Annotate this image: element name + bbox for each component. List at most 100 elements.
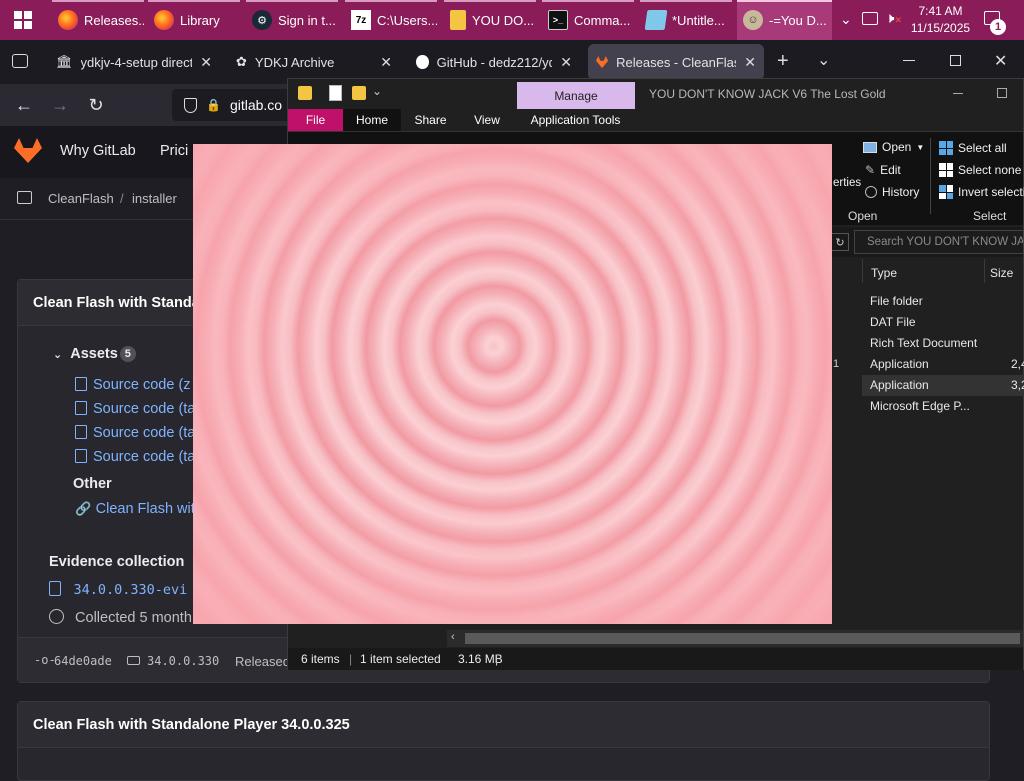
evidence-label: Evidence collection [49, 554, 185, 570]
minimize-icon[interactable] [953, 93, 963, 94]
file-row[interactable]: Rich Text Document [870, 336, 977, 350]
tag-icon [127, 656, 140, 665]
assets-toggle[interactable]: ⌄ Assets 5 [53, 346, 136, 362]
asset-link-label: Source code (ta [93, 449, 196, 465]
forward-icon[interactable]: → [47, 92, 73, 118]
taskbar-item-7zip[interactable]: 7z C:\Users... [345, 0, 437, 40]
game-splash-overlay[interactable] [193, 144, 832, 624]
select-none-button[interactable]: Select none [939, 163, 1021, 177]
taskbar-item-command[interactable]: >_ Comma... [542, 0, 634, 40]
taskbar-item-steam[interactable]: ⚙ Sign in t... [246, 0, 338, 40]
invert-selection-button[interactable]: Invert selectio [939, 185, 1024, 199]
taskbar-item-releases[interactable]: Releases... [52, 0, 144, 40]
release-title-text[interactable]: Clean Flash with Standalone Player 34.0.… [33, 717, 350, 733]
release-title-text[interactable]: Clean Flash with Standa [33, 295, 200, 311]
archive-icon: 🏛 [56, 54, 73, 69]
column-size-label: Size [990, 266, 1014, 280]
open-button[interactable]: Open ▼ [863, 140, 924, 154]
file-row-selected[interactable]: Application 3,2 [870, 378, 1024, 392]
file-row[interactable]: Application 2,4 [870, 357, 1024, 371]
tag-name[interactable]: 34.0.0.330 [147, 654, 219, 668]
file-row[interactable]: Microsoft Edge P... [870, 399, 970, 413]
taskbar-item-notepad[interactable]: *Untitle... [640, 0, 732, 40]
collected-label: Collected 5 month [75, 610, 192, 626]
volume-muted-icon[interactable]: 🕨✕ [885, 10, 902, 27]
scroll-left-icon[interactable]: ‹ [451, 631, 455, 643]
asset-link[interactable]: Source code (ta [75, 421, 195, 445]
release-card: Clean Flash with Standalone Player 34.0.… [17, 701, 990, 781]
tab-overview-icon[interactable] [12, 54, 28, 68]
ribbon-tab-application-tools[interactable]: Application Tools [524, 109, 627, 131]
chevron-down-icon: ⌄ [53, 348, 63, 361]
tab-ydkj-archive[interactable]: ✿ YDKJ Archive ✕ [228, 44, 400, 80]
taskbar-item-library[interactable]: Library [148, 0, 240, 40]
breadcrumb-installer[interactable]: installer [132, 191, 177, 206]
close-window-icon[interactable]: ✕ [994, 51, 1007, 71]
sidebar-toggle-icon[interactable] [17, 191, 32, 204]
tab-label: YDKJ Archive [254, 54, 335, 70]
nav-pricing[interactable]: Prici [160, 143, 188, 159]
history-button[interactable]: History [865, 185, 919, 199]
refresh-icon[interactable]: ↻ [831, 233, 849, 251]
file-row[interactable]: DAT File [870, 315, 916, 329]
shield-icon[interactable] [184, 97, 197, 113]
lock-icon[interactable]: 🔒 [206, 98, 221, 112]
nav-why-gitlab[interactable]: Why GitLab [60, 143, 136, 159]
asset-link[interactable]: Source code (ta [75, 445, 195, 469]
ribbon-tab-home[interactable]: Home [343, 109, 401, 131]
column-header-size[interactable]: Size [984, 259, 1024, 283]
column-header-type[interactable]: Type [862, 259, 984, 283]
asset-link[interactable]: Source code (z [75, 373, 195, 397]
taskbar-item-folder[interactable]: YOU DO... [444, 0, 536, 40]
properties-quick-icon[interactable] [329, 85, 342, 101]
windows-start-icon[interactable] [14, 11, 32, 29]
reload-icon[interactable]: ↻ [83, 92, 109, 118]
manage-tab[interactable]: Manage [517, 82, 635, 109]
file-type: Application [870, 378, 929, 392]
ribbon-tab-view[interactable]: View [464, 109, 510, 131]
other-link-label: Clean Flash wit [95, 501, 195, 517]
quick-access-dropdown-icon[interactable]: ⌄ [372, 84, 382, 98]
row-marker: 1 [833, 358, 840, 370]
properties-label[interactable]: erties [833, 177, 861, 189]
taskbar-item-ydkj[interactable]: ☺ -=You D... [737, 0, 832, 40]
history-label: History [882, 185, 920, 199]
tab-ydkjv4-setup[interactable]: 🏛 ydkjv-4-setup directory ✕ [48, 44, 220, 80]
close-icon[interactable]: ✕ [200, 54, 212, 71]
new-tab-icon[interactable]: + [777, 50, 789, 73]
select-all-button[interactable]: Select all [939, 141, 1007, 155]
network-icon[interactable] [862, 12, 878, 25]
other-link[interactable]: 🔗 Clean Flash wit [75, 500, 195, 518]
file-row[interactable]: File folder [870, 294, 923, 308]
tab-github[interactable]: GitHub - dedz212/ydkj ✕ [408, 44, 580, 80]
tab-releases[interactable]: Releases - CleanFlash / ✕ [588, 44, 764, 80]
maximize-icon[interactable] [997, 88, 1007, 98]
asset-link[interactable]: Source code (ta [75, 397, 195, 421]
search-input[interactable]: Search YOU DON'T KNOW JA... [854, 230, 1024, 254]
chevron-up-icon[interactable]: ⌄ [840, 11, 852, 28]
clock[interactable]: 7:41 AM 11/15/2025 [908, 3, 973, 37]
evidence-file-link[interactable]: 34.0.0.330-evi [49, 581, 187, 599]
gitlab-logo-icon[interactable] [14, 138, 42, 163]
close-icon[interactable]: ✕ [380, 54, 392, 71]
address-bar[interactable]: 🔒 gitlab.co [172, 89, 290, 121]
ribbon-tab-label: Share [414, 113, 447, 127]
tab-list-icon[interactable]: ⌄ [817, 50, 830, 70]
edit-button[interactable]: ✎ Edit [865, 163, 901, 177]
minimize-icon[interactable] [903, 60, 915, 61]
close-icon[interactable]: ✕ [744, 54, 756, 71]
github-icon [416, 55, 429, 69]
horizontal-scrollbar[interactable]: ‹ [447, 630, 1023, 647]
ribbon-tab-share[interactable]: Share [408, 109, 453, 131]
new-folder-quick-icon[interactable] [352, 86, 366, 100]
clock-time: 7:41 AM [918, 4, 963, 18]
breadcrumb-cleanflash[interactable]: CleanFlash [48, 191, 114, 206]
select-group-label: Select [973, 209, 1007, 223]
back-icon[interactable]: ← [11, 92, 37, 118]
scrollbar-thumb[interactable] [465, 633, 1020, 644]
ribbon-tab-file[interactable]: File [288, 109, 343, 131]
taskbar-item-label: -=You D... [769, 12, 827, 28]
restore-icon[interactable] [950, 55, 961, 66]
close-icon[interactable]: ✕ [560, 54, 572, 71]
commit-sha[interactable]: 64de0ade [54, 654, 112, 668]
